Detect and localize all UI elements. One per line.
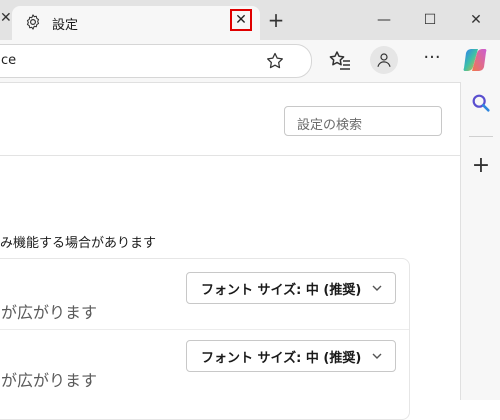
more-menu-button[interactable]: ··· bbox=[420, 48, 444, 72]
tab-title: 設定 bbox=[52, 18, 79, 33]
sidebar-divider bbox=[469, 136, 493, 137]
row-divider bbox=[0, 329, 409, 330]
person-icon bbox=[377, 53, 391, 67]
dropdown-value: フォント サイズ: 中 (推奨) bbox=[201, 282, 362, 298]
settings-search-input[interactable]: 設定の検索 bbox=[284, 106, 442, 136]
settings-card: フォント サイズ: 中 (推奨) が広がります フォント サイズ: 中 (推奨)… bbox=[0, 258, 410, 420]
active-tab[interactable]: 設定 ✕ bbox=[12, 6, 260, 40]
window-close-button[interactable]: ✕ bbox=[464, 9, 488, 31]
section-note: み機能する場合があります bbox=[0, 236, 157, 251]
search-icon[interactable] bbox=[470, 92, 492, 114]
tab-strip: ✕ 設定 ✕ + — ☐ ✕ bbox=[0, 0, 500, 40]
address-text: ce bbox=[1, 53, 17, 68]
gear-icon bbox=[26, 14, 40, 30]
header-divider bbox=[0, 155, 460, 156]
row-description: が広がります bbox=[1, 303, 98, 322]
tab-close-button[interactable]: ✕ bbox=[230, 9, 252, 31]
copilot-icon[interactable] bbox=[462, 47, 488, 73]
favorites-list-icon[interactable] bbox=[328, 48, 352, 72]
sidebar-add-button[interactable]: + bbox=[470, 155, 492, 178]
chevron-down-icon bbox=[372, 353, 382, 359]
font-size-dropdown-2[interactable]: フォント サイズ: 中 (推奨) bbox=[186, 340, 396, 372]
row-description: が広がります bbox=[1, 371, 98, 390]
new-tab-button[interactable]: + bbox=[264, 9, 288, 33]
favorite-star-icon[interactable] bbox=[265, 51, 285, 71]
profile-button[interactable] bbox=[370, 46, 398, 74]
right-sidebar: + bbox=[460, 82, 500, 400]
search-placeholder: 設定の検索 bbox=[297, 118, 363, 133]
dropdown-value: フォント サイズ: 中 (推奨) bbox=[201, 350, 362, 366]
maximize-button[interactable]: ☐ bbox=[418, 9, 442, 31]
toolbar: ce ··· bbox=[0, 40, 500, 83]
minimize-button[interactable]: — bbox=[372, 9, 396, 31]
address-bar[interactable]: ce bbox=[0, 44, 312, 78]
previous-tab-close-icon[interactable]: ✕ bbox=[0, 10, 12, 32]
font-size-dropdown[interactable]: フォント サイズ: 中 (推奨) bbox=[186, 272, 396, 304]
chevron-down-icon bbox=[372, 285, 382, 291]
